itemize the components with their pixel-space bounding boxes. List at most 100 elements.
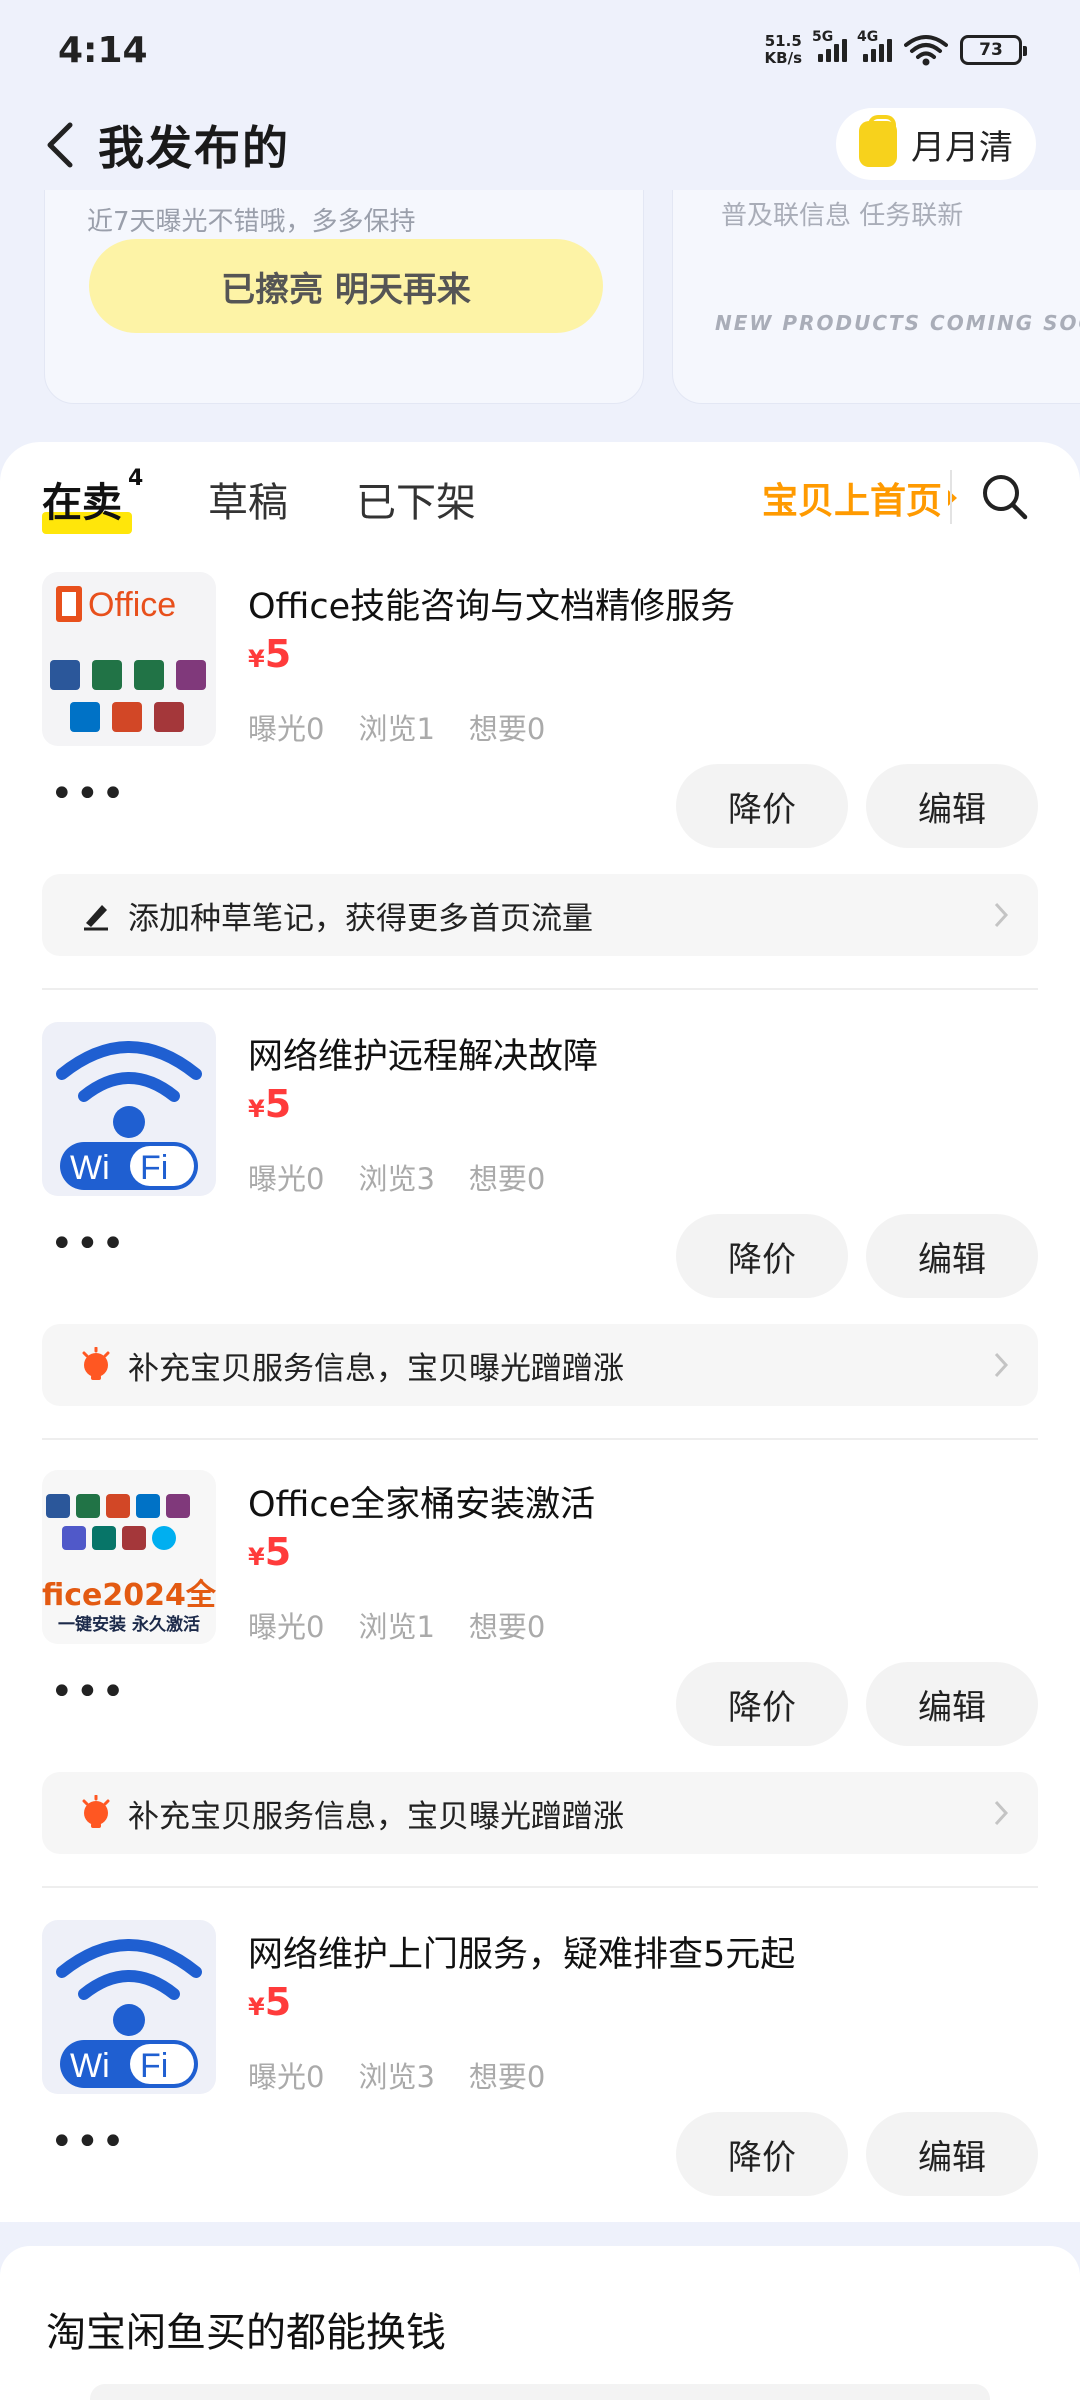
status-bar: 4:14 51.5 KB/s 5G 4G 73 (0, 0, 1080, 100)
search-icon[interactable] (980, 472, 1030, 522)
stat-views: 浏览1 (358, 1610, 435, 1644)
office-thumbnail: Office (42, 572, 216, 746)
stat-views: 浏览3 (358, 1162, 435, 1196)
wifi-icon (904, 35, 948, 66)
more-options-icon[interactable]: ••• (50, 774, 127, 814)
coming-soon-text: NEW PRODUCTS COMING SOON (715, 311, 1080, 335)
exposure-card: 近7天曝光不错哦，多多保持 已擦亮 明天再来 (44, 190, 644, 404)
tab-bar: 在卖 4 草稿 已下架 宝贝上首页 (0, 442, 1080, 552)
tab-on-sale-count: 4 (128, 466, 144, 491)
polished-button[interactable]: 已擦亮 明天再来 (89, 239, 603, 333)
listing-title[interactable]: Office全家桶安装激活 (248, 1476, 595, 1527)
listings-panel: 在卖 4 草稿 已下架 宝贝上首页 Office Office技能咨询与文档精修… (0, 442, 1080, 2222)
svg-text:Fi: Fi (140, 2047, 168, 2085)
tip-text: 添加种草笔记，获得更多首页流量 (128, 900, 593, 937)
resell-section: 淘宝闲鱼买的都能换钱 (0, 2246, 1080, 2400)
listing-stats: 曝光0 浏览1 想要0 (248, 1604, 545, 1646)
tip-text: 补充宝贝服务信息，宝贝曝光蹭蹭涨 (128, 1798, 624, 1835)
tab-delisted[interactable]: 已下架 (356, 470, 476, 528)
pen-icon (84, 905, 108, 931)
monthly-clear-button[interactable]: 月月清 (836, 108, 1036, 180)
chevron-right-icon (994, 1800, 1009, 1826)
thumbnail-subtext: 一键安装 永久激活 (58, 1615, 200, 1635)
tab-on-sale[interactable]: 在卖 (42, 470, 122, 528)
listing-title[interactable]: Office技能咨询与文档精修服务 (248, 578, 735, 629)
tip-banner[interactable]: 补充宝贝服务信息，宝贝曝光蹭蹭涨 (42, 1772, 1038, 1854)
stat-wants: 想要0 (468, 712, 546, 746)
resell-section-title: 淘宝闲鱼买的都能换钱 (46, 2310, 446, 2356)
svg-text:Fi: Fi (140, 1149, 168, 1187)
tip-banner[interactable]: 添加种草笔记，获得更多首页流量 (42, 874, 1038, 956)
back-arrow-icon[interactable] (40, 117, 80, 173)
resell-search-bar[interactable] (90, 2384, 990, 2400)
tip-text: 补充宝贝服务信息，宝贝曝光蹭蹭涨 (128, 1350, 624, 1387)
tab-drafts[interactable]: 草稿 (208, 470, 288, 528)
listing-item[interactable]: fice2024全家 一键安装 永久激活 Office全家桶安装激活 ¥5 曝光… (0, 1470, 1080, 1870)
promote-label: 宝贝上首页 (762, 481, 943, 522)
more-options-icon[interactable]: ••• (50, 1672, 127, 1712)
edit-button[interactable]: 编辑 (866, 2112, 1038, 2196)
edit-button[interactable]: 编辑 (866, 1214, 1038, 1298)
stat-views: 浏览1 (358, 712, 435, 746)
stat-exposure: 曝光0 (248, 712, 325, 746)
new-products-card-text: 普及联信息 任务联新 (721, 201, 964, 231)
listing-divider (42, 1438, 1038, 1440)
reduce-price-button[interactable]: 降价 (676, 1662, 848, 1746)
listing-title[interactable]: 网络维护上门服务，疑难排查5元起 (248, 1926, 795, 1977)
reduce-price-button[interactable]: 降价 (676, 2112, 848, 2196)
page-title: 我发布的 (98, 121, 290, 175)
listing-divider (42, 988, 1038, 990)
chevron-right-icon (994, 1352, 1009, 1378)
listing-stats: 曝光0 浏览1 想要0 (248, 706, 545, 748)
listing-item[interactable]: Wi Fi 网络维护上门服务，疑难排查5元起 ¥5 曝光0 浏览3 想要0 ••… (0, 1920, 1080, 2220)
stat-wants: 想要0 (468, 1162, 546, 1196)
stat-views: 浏览3 (358, 2060, 435, 2094)
reduce-price-button[interactable]: 降价 (676, 764, 848, 848)
lightbulb-icon (82, 1795, 110, 1828)
stat-exposure: 曝光0 (248, 2060, 325, 2094)
edit-button[interactable]: 编辑 (866, 764, 1038, 848)
stat-wants: 想要0 (468, 1610, 546, 1644)
signal-4g-icon: 4G (857, 29, 892, 62)
stat-wants: 想要0 (468, 2060, 546, 2094)
more-options-icon[interactable]: ••• (50, 2122, 127, 2162)
status-indicators: 51.5 KB/s 5G 4G 73 (764, 29, 1027, 67)
svg-text:Wi: Wi (70, 1149, 110, 1187)
listing-price: ¥5 (248, 1082, 292, 1126)
listing-divider (42, 1886, 1038, 1888)
listing-price: ¥5 (248, 632, 292, 676)
listing-stats: 曝光0 浏览3 想要0 (248, 1156, 545, 1198)
tip-banner[interactable]: 补充宝贝服务信息，宝贝曝光蹭蹭涨 (42, 1324, 1038, 1406)
more-options-icon[interactable]: ••• (50, 1224, 127, 1264)
thumbnail-text: fice2024全家 (42, 1578, 216, 1613)
listing-price: ¥5 (248, 1980, 292, 2024)
lightbulb-icon (82, 1347, 110, 1380)
chevron-right-icon (994, 902, 1009, 928)
promote-to-home-button[interactable]: 宝贝上首页 (762, 472, 958, 524)
stat-exposure: 曝光0 (248, 1610, 325, 1644)
network-speed: 51.5 KB/s (764, 32, 802, 67)
page-header: 我发布的 月月清 (0, 100, 1080, 190)
exposure-card-text: 近7天曝光不错哦，多多保持 (87, 207, 416, 237)
svg-text:Wi: Wi (70, 2047, 110, 2085)
wifi-thumbnail: Wi Fi (42, 1022, 216, 1196)
listing-price: ¥5 (248, 1530, 292, 1574)
tab-divider (950, 470, 952, 524)
signal-5g-icon: 5G (812, 29, 847, 62)
monthly-clear-label: 月月清 (911, 127, 1013, 168)
battery-icon: 73 (960, 35, 1027, 65)
office-bundle-thumbnail: fice2024全家 一键安装 永久激活 (42, 1470, 216, 1644)
wifi-thumbnail: Wi Fi (42, 1920, 216, 2094)
listing-item[interactable]: Wi Fi 网络维护远程解决故障 ¥5 曝光0 浏览3 想要0 ••• 降价 编… (0, 1022, 1080, 1422)
svg-text:Office: Office (88, 586, 176, 624)
new-products-card[interactable]: 普及联信息 任务联新 NEW PRODUCTS COMING SOON (672, 190, 1080, 404)
listing-stats: 曝光0 浏览3 想要0 (248, 2054, 545, 2096)
reduce-price-button[interactable]: 降价 (676, 1214, 848, 1298)
listing-title[interactable]: 网络维护远程解决故障 (248, 1028, 598, 1079)
listing-item[interactable]: Office Office技能咨询与文档精修服务 ¥5 曝光0 浏览1 想要0 … (0, 572, 1080, 972)
stat-exposure: 曝光0 (248, 1162, 325, 1196)
lock-bag-icon (859, 115, 897, 167)
top-cards: 近7天曝光不错哦，多多保持 已擦亮 明天再来 普及联信息 任务联新 NEW PR… (0, 190, 1080, 450)
status-time: 4:14 (58, 29, 148, 71)
edit-button[interactable]: 编辑 (866, 1662, 1038, 1746)
